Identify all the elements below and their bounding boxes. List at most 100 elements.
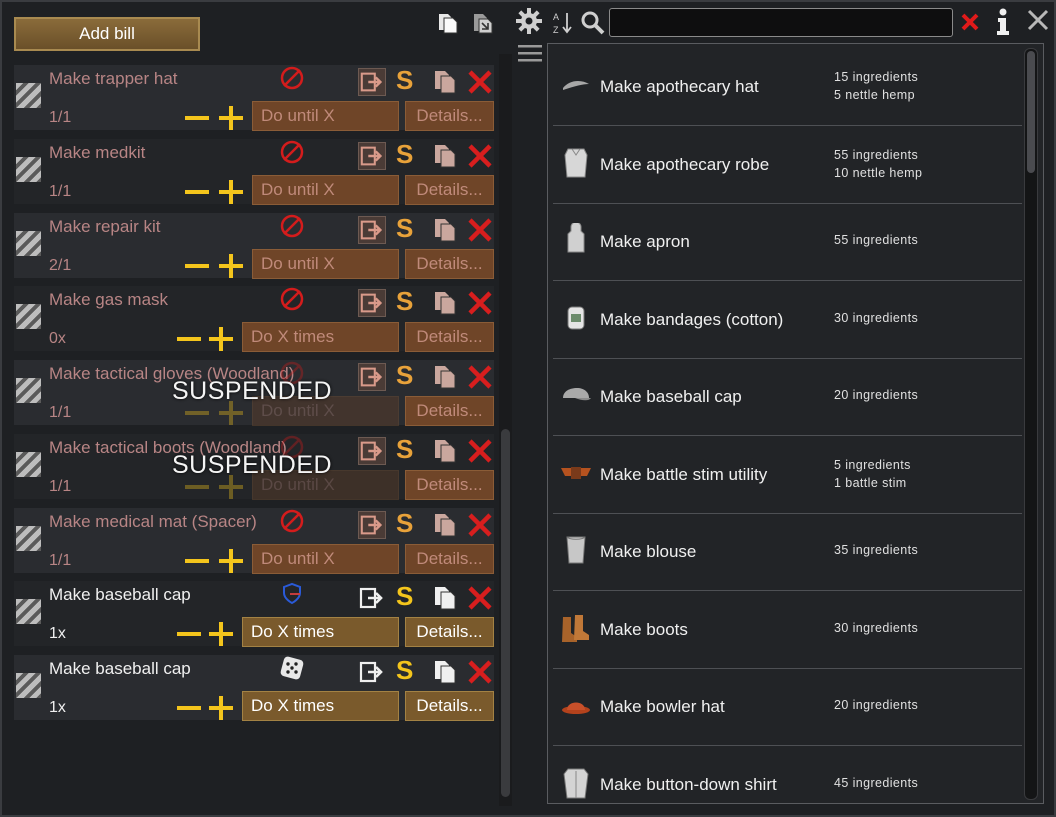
- repeat-mode-button[interactable]: Do X times: [242, 322, 399, 352]
- clear-x-icon[interactable]: [960, 12, 980, 32]
- details-button[interactable]: Details...: [405, 691, 494, 721]
- pause-toggle-icon[interactable]: [358, 511, 386, 539]
- repeat-mode-button[interactable]: Do until X: [252, 249, 399, 279]
- bill-row[interactable]: Make medkit 1/1 S Do until X Details...: [14, 139, 494, 205]
- recipe-row[interactable]: Make apothecary hat 15 ingredients 5 nettl…: [553, 48, 1022, 126]
- skill-s-icon[interactable]: S: [396, 286, 413, 316]
- pause-toggle-icon[interactable]: [358, 437, 386, 465]
- skill-s-icon[interactable]: S: [396, 213, 413, 243]
- details-button[interactable]: Details...: [405, 396, 494, 426]
- plus-icon[interactable]: [218, 253, 244, 279]
- drag-handle-icon[interactable]: [16, 673, 41, 698]
- repeat-mode-button[interactable]: Do until X: [252, 175, 399, 205]
- plus-icon[interactable]: [208, 326, 234, 352]
- drag-handle-icon[interactable]: [16, 157, 41, 182]
- bill-row[interactable]: Make baseball cap 1x S Do X times Details...: [14, 581, 494, 647]
- recipe-list-scrollbar[interactable]: [1024, 48, 1038, 800]
- pause-toggle-icon[interactable]: [358, 363, 386, 391]
- skill-s-icon[interactable]: S: [396, 434, 413, 464]
- details-button[interactable]: Details...: [405, 101, 494, 131]
- hamburger-icon[interactable]: [518, 43, 542, 63]
- skill-s-icon[interactable]: S: [396, 508, 413, 538]
- details-button[interactable]: Details...: [405, 470, 494, 500]
- drag-handle-icon[interactable]: [16, 83, 41, 108]
- copy-bill-icon[interactable]: [431, 68, 459, 96]
- pause-toggle-icon[interactable]: [358, 584, 386, 612]
- plus-icon[interactable]: [208, 695, 234, 721]
- plus-icon[interactable]: [208, 621, 234, 647]
- delete-bill-icon[interactable]: [466, 437, 494, 465]
- forbidden-icon[interactable]: [279, 213, 305, 239]
- recipe-row[interactable]: Make button-down shirt 45 ingredients: [553, 746, 1022, 803]
- forbidden-icon[interactable]: [279, 65, 305, 91]
- delete-bill-icon[interactable]: [466, 511, 494, 539]
- plus-icon[interactable]: [218, 179, 244, 205]
- details-button[interactable]: Details...: [405, 175, 494, 205]
- details-button[interactable]: Details...: [405, 322, 494, 352]
- forbidden-icon[interactable]: [279, 508, 305, 534]
- copy-bill-icon[interactable]: [431, 658, 459, 686]
- repeat-mode-button[interactable]: Do X times: [242, 691, 399, 721]
- bill-row[interactable]: Make tactical boots (Woodland) 1/1 S Do unt…: [14, 434, 494, 500]
- repeat-mode-button[interactable]: Do X times: [242, 617, 399, 647]
- delete-bill-icon[interactable]: [466, 363, 494, 391]
- info-icon[interactable]: [992, 7, 1014, 37]
- gear-icon[interactable]: [515, 7, 543, 35]
- pause-toggle-icon[interactable]: [358, 289, 386, 317]
- skill-s-icon[interactable]: S: [396, 139, 413, 169]
- close-icon[interactable]: [1026, 8, 1050, 32]
- bill-row[interactable]: Make repair kit 2/1 S Do until X Details...: [14, 213, 494, 279]
- delete-bill-icon[interactable]: [466, 289, 494, 317]
- minus-icon[interactable]: [176, 695, 202, 721]
- sort-az-icon[interactable]: A Z: [552, 10, 574, 36]
- bill-row[interactable]: Make medical mat (Spacer) 1/1 S Do until XD…: [14, 508, 494, 574]
- recipe-list-scroll-thumb[interactable]: [1027, 51, 1035, 173]
- add-bill-button[interactable]: Add bill: [14, 17, 200, 51]
- bill-row[interactable]: Make trapper hat 1/1 S Do until X Details...: [14, 65, 494, 131]
- recipe-row[interactable]: Make bandages (cotton) 30 ingredients: [553, 281, 1022, 359]
- shield-icon[interactable]: [279, 581, 305, 607]
- copy-bill-icon[interactable]: [431, 289, 459, 317]
- forbidden-icon[interactable]: [279, 286, 305, 312]
- forbidden-icon[interactable]: [279, 139, 305, 165]
- minus-icon[interactable]: [184, 548, 210, 574]
- delete-bill-icon[interactable]: [466, 658, 494, 686]
- details-button[interactable]: Details...: [405, 617, 494, 647]
- delete-bill-icon[interactable]: [466, 216, 494, 244]
- skill-s-icon[interactable]: S: [396, 655, 413, 685]
- recipe-row[interactable]: Make blouse 35 ingredients: [553, 513, 1022, 591]
- minus-icon[interactable]: [184, 179, 210, 205]
- bill-row[interactable]: Make gas mask 0x S Do X times Details...: [14, 286, 494, 352]
- search-input[interactable]: [609, 8, 953, 37]
- drag-handle-icon[interactable]: [16, 599, 41, 624]
- minus-icon[interactable]: [176, 621, 202, 647]
- drag-handle-icon[interactable]: [16, 452, 41, 477]
- delete-bill-icon[interactable]: [466, 584, 494, 612]
- copy-bill-icon[interactable]: [431, 216, 459, 244]
- skill-s-icon[interactable]: S: [396, 360, 413, 390]
- pause-toggle-icon[interactable]: [358, 658, 386, 686]
- copy-icon[interactable]: [436, 11, 460, 35]
- copy-bill-icon[interactable]: [431, 511, 459, 539]
- bill-row[interactable]: Make tactical gloves (Woodland) 1/1 S Do un…: [14, 360, 494, 426]
- bill-row[interactable]: Make baseball cap 1x S Do X times Details...: [14, 655, 494, 721]
- delete-bill-icon[interactable]: [466, 142, 494, 170]
- minus-icon[interactable]: [184, 105, 210, 131]
- recipe-row[interactable]: Make bowler hat 20 ingredients: [553, 668, 1022, 746]
- copy-bill-icon[interactable]: [431, 437, 459, 465]
- repeat-mode-button[interactable]: Do until X: [252, 101, 399, 131]
- pause-toggle-icon[interactable]: [358, 142, 386, 170]
- drag-handle-icon[interactable]: [16, 304, 41, 329]
- recipe-row[interactable]: Make apron 55 ingredients: [553, 203, 1022, 281]
- delete-bill-icon[interactable]: [466, 68, 494, 96]
- bill-list-scrollbar[interactable]: [499, 54, 512, 806]
- copy-bill-icon[interactable]: [431, 584, 459, 612]
- drag-handle-icon[interactable]: [16, 526, 41, 551]
- repeat-mode-button[interactable]: Do until X: [252, 544, 399, 574]
- copy-bill-icon[interactable]: [431, 142, 459, 170]
- copy-bill-icon[interactable]: [431, 363, 459, 391]
- plus-icon[interactable]: [218, 105, 244, 131]
- recipe-row[interactable]: Make apothecary robe 55 ingredients 10 net…: [553, 126, 1022, 204]
- minus-icon[interactable]: [176, 326, 202, 352]
- recipe-row[interactable]: Make boots 30 ingredients: [553, 591, 1022, 669]
